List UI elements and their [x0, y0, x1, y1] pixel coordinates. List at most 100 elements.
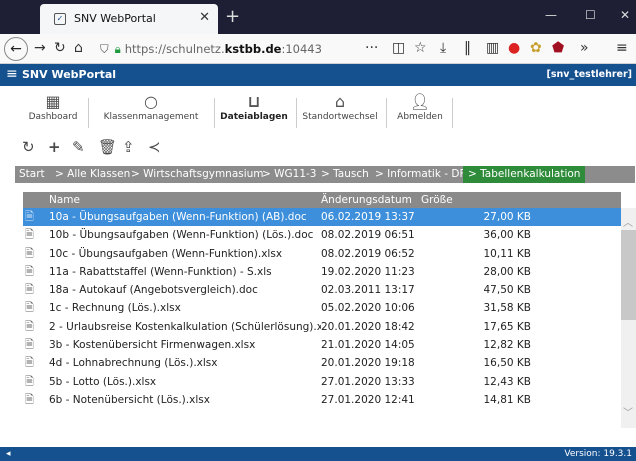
file-size: 27,00 KB [483, 211, 532, 223]
tab-title: SNV WebPortal [74, 12, 156, 25]
scrollbar-thumb[interactable] [621, 230, 636, 320]
file-actions: ↻ + ✎ 🗑︎ ⇪ ≺ [0, 136, 636, 160]
toolbar-divider [386, 98, 387, 128]
file-size: 16,50 KB [483, 357, 532, 370]
home-location-icon: ⌂ [334, 92, 346, 111]
file-date: 08.02.2019 06:51 [321, 229, 415, 242]
file-name: 18a - Autokauf (Angebotsvergleich).doc [49, 284, 258, 297]
refresh-icon[interactable]: ↻ [22, 138, 35, 156]
file-icon: 🗎︎ [25, 338, 34, 352]
file-size: 31,58 KB [483, 302, 532, 315]
breadcrumb-start[interactable]: Start [19, 166, 45, 183]
file-date: 27.01.2020 13:33 [321, 375, 415, 388]
breadcrumb-tausch[interactable]: > Tausch [321, 166, 369, 183]
table-row[interactable]: 🗎︎ 18a - Autokauf (Angebotsvergleich).doc… [23, 281, 621, 299]
portal-menu-icon[interactable]: ≡ [6, 66, 18, 82]
table-row[interactable]: 🗎︎ 10c - Übungsaufgaben (Wenn-Funktion).x… [23, 245, 621, 263]
version-label: Version: 19.3.1 [564, 449, 632, 459]
toolbar-abmelden[interactable]: 👤︎ Abmelden [396, 92, 444, 132]
file-size: 47,50 KB [483, 284, 532, 297]
footer-arrow-icon[interactable]: ◂ [6, 447, 11, 461]
adblock-icon[interactable]: ● [508, 40, 520, 56]
url-suffix: :10443 [281, 42, 322, 56]
table-row[interactable]: 🗎︎ 11a - Rabattstaffel (Wenn-Funktion) - … [23, 263, 621, 281]
toolbar-standortwechsel[interactable]: ⌂ Standortwechsel [302, 92, 378, 132]
table-row[interactable]: 🗎︎ 10b - Übungsaufgaben (Wenn-Funktion) (… [23, 226, 621, 244]
tab-close-icon[interactable]: ✕ [199, 10, 210, 25]
minimize-icon[interactable]: — [545, 8, 557, 22]
toolbar-dashboard[interactable]: ▦ Dashboard [28, 92, 78, 132]
url-prefix: https://schulnetz. [124, 42, 225, 56]
file-size: 28,00 KB [483, 265, 532, 278]
breadcrumb-informatik-df[interactable]: > Informatik - DF [375, 166, 466, 183]
column-size[interactable]: Größe [421, 192, 453, 208]
portal-footer: ◂ Version: 19.3.1 [0, 447, 636, 461]
file-date: 02.03.2011 13:17 [321, 284, 415, 297]
pocket-icon[interactable]: ◫ [392, 40, 405, 56]
file-icon: 🗎︎ [25, 392, 34, 406]
main-toolbar: ▦ Dashboard ○ Klassenmanagement ⊔ Dateia… [0, 86, 636, 134]
inbox-icon: ⊔ [247, 92, 261, 111]
table-row[interactable]: 🗎︎ 6b - Notenübersicht (Lös.).xlsx 27.01.2… [23, 391, 621, 409]
file-name: 1c - Rechnung (Lös.).xlsx [49, 302, 181, 315]
portal-header: ≡ SNV WebPortal [snv_testlehrer] [0, 64, 636, 86]
overflow-icon[interactable]: » [580, 40, 589, 56]
table-row[interactable]: 🗎︎ 1c - Rechnung (Lös.).xlsx 05.02.2020 10… [23, 299, 621, 317]
url-bar[interactable]: ⛉ 🔒︎ https://schulnetz.kstbb.de:10443 [100, 38, 330, 60]
home-icon[interactable]: ⌂ [74, 40, 83, 56]
file-icon: 🗎︎ [25, 228, 34, 242]
upload-icon[interactable]: ⇪ [122, 138, 135, 156]
maximize-icon[interactable]: ☐ [585, 8, 596, 22]
forward-icon[interactable]: → [34, 40, 46, 56]
table-row[interactable]: 🗎︎ 10a - Übungsaufgaben (Wenn-Funktion) (… [23, 208, 621, 227]
toolbar-divider [88, 98, 89, 128]
breadcrumb-wirtschaftsgymnasium[interactable]: > Wirtschaftsgymnasium [131, 166, 264, 183]
page-actions-icon[interactable]: ··· [365, 40, 378, 56]
toolbar-label: Klassenmanagement [103, 112, 199, 122]
browser-nav-bar: ← → ↻ ⌂ ⛉ 🔒︎ https://schulnetz.kstbb.de:10… [0, 34, 636, 64]
toolbar-dateiablagen[interactable]: ⊔ Dateiablagen [220, 92, 288, 132]
add-icon[interactable]: + [48, 138, 61, 156]
delete-trash-icon[interactable]: 🗑︎ [98, 138, 117, 156]
file-date: 27.01.2020 12:41 [321, 393, 415, 406]
file-size: 12,43 KB [483, 375, 532, 388]
reload-icon[interactable]: ↻ [54, 40, 66, 56]
extension-icon[interactable]: ✿ [530, 40, 542, 56]
library-icon[interactable]: ‖ [464, 40, 471, 56]
current-user[interactable]: [snv_testlehrer] [547, 69, 633, 80]
new-tab-icon[interactable]: + [225, 6, 240, 27]
file-icon: 🗎︎ [25, 301, 34, 315]
breadcrumb-alle-klassen[interactable]: > Alle Klassen [55, 166, 130, 183]
toolbar-label: Standortwechsel [302, 112, 378, 122]
scroll-up-icon[interactable]: ︿ [623, 214, 633, 229]
column-date[interactable]: Änderungsdatum [321, 192, 412, 208]
downloads-icon[interactable]: ⤓ [440, 40, 446, 56]
edit-pencil-icon[interactable]: ✎ [72, 138, 85, 156]
file-size: 14,81 KB [483, 393, 532, 406]
window-close-icon[interactable]: ✕ [620, 8, 630, 22]
scroll-down-icon[interactable]: ﹀ [623, 404, 633, 419]
toolbar-klassenmanagement[interactable]: ○ Klassenmanagement [96, 92, 206, 132]
file-icon: 🗎︎ [25, 264, 34, 278]
file-name: 4d - Lohnabrechnung (Lös.).xlsx [49, 357, 218, 370]
breadcrumb-wg11-3[interactable]: > WG11-3 [262, 166, 316, 183]
table-row[interactable]: 🗎︎ 4d - Lohnabrechnung (Lös.).xlsx 20.01.2… [23, 354, 621, 372]
share-icon[interactable]: ≺ [148, 138, 161, 156]
table-row[interactable]: 🗎︎ 5b - Lotto (Lös.).xlsx 27.01.2020 13:33… [23, 373, 621, 391]
bookmark-star-icon[interactable]: ☆ [414, 40, 427, 56]
file-date: 19.02.2020 11:23 [321, 265, 415, 278]
file-name: 11a - Rabattstaffel (Wenn-Funktion) - S.… [49, 265, 272, 278]
file-size: 17,65 KB [483, 320, 532, 333]
file-icon: 🗎︎ [25, 374, 34, 388]
file-table: Name Änderungsdatum Größe 🗎︎ 10a - Übungs… [23, 192, 621, 409]
file-icon: 🗎︎ [25, 246, 34, 260]
ublock-icon[interactable]: ⬟ [552, 40, 564, 56]
sidebar-icon[interactable]: ▥ [486, 40, 499, 56]
table-row[interactable]: 🗎︎ 3b - Kostenübersicht Firmenwagen.xlsx 2… [23, 336, 621, 354]
hamburger-menu-icon[interactable]: ≡ [616, 40, 628, 56]
table-row[interactable]: 🗎︎ 2 - Urlaubsreise Kostenkalkulation (Sc… [23, 318, 621, 336]
back-icon[interactable]: ← [4, 37, 28, 61]
browser-tab[interactable]: ✓ SNV WebPortal ✕ [40, 4, 218, 34]
toolbar-divider [296, 98, 297, 128]
column-name[interactable]: Name [49, 192, 80, 208]
